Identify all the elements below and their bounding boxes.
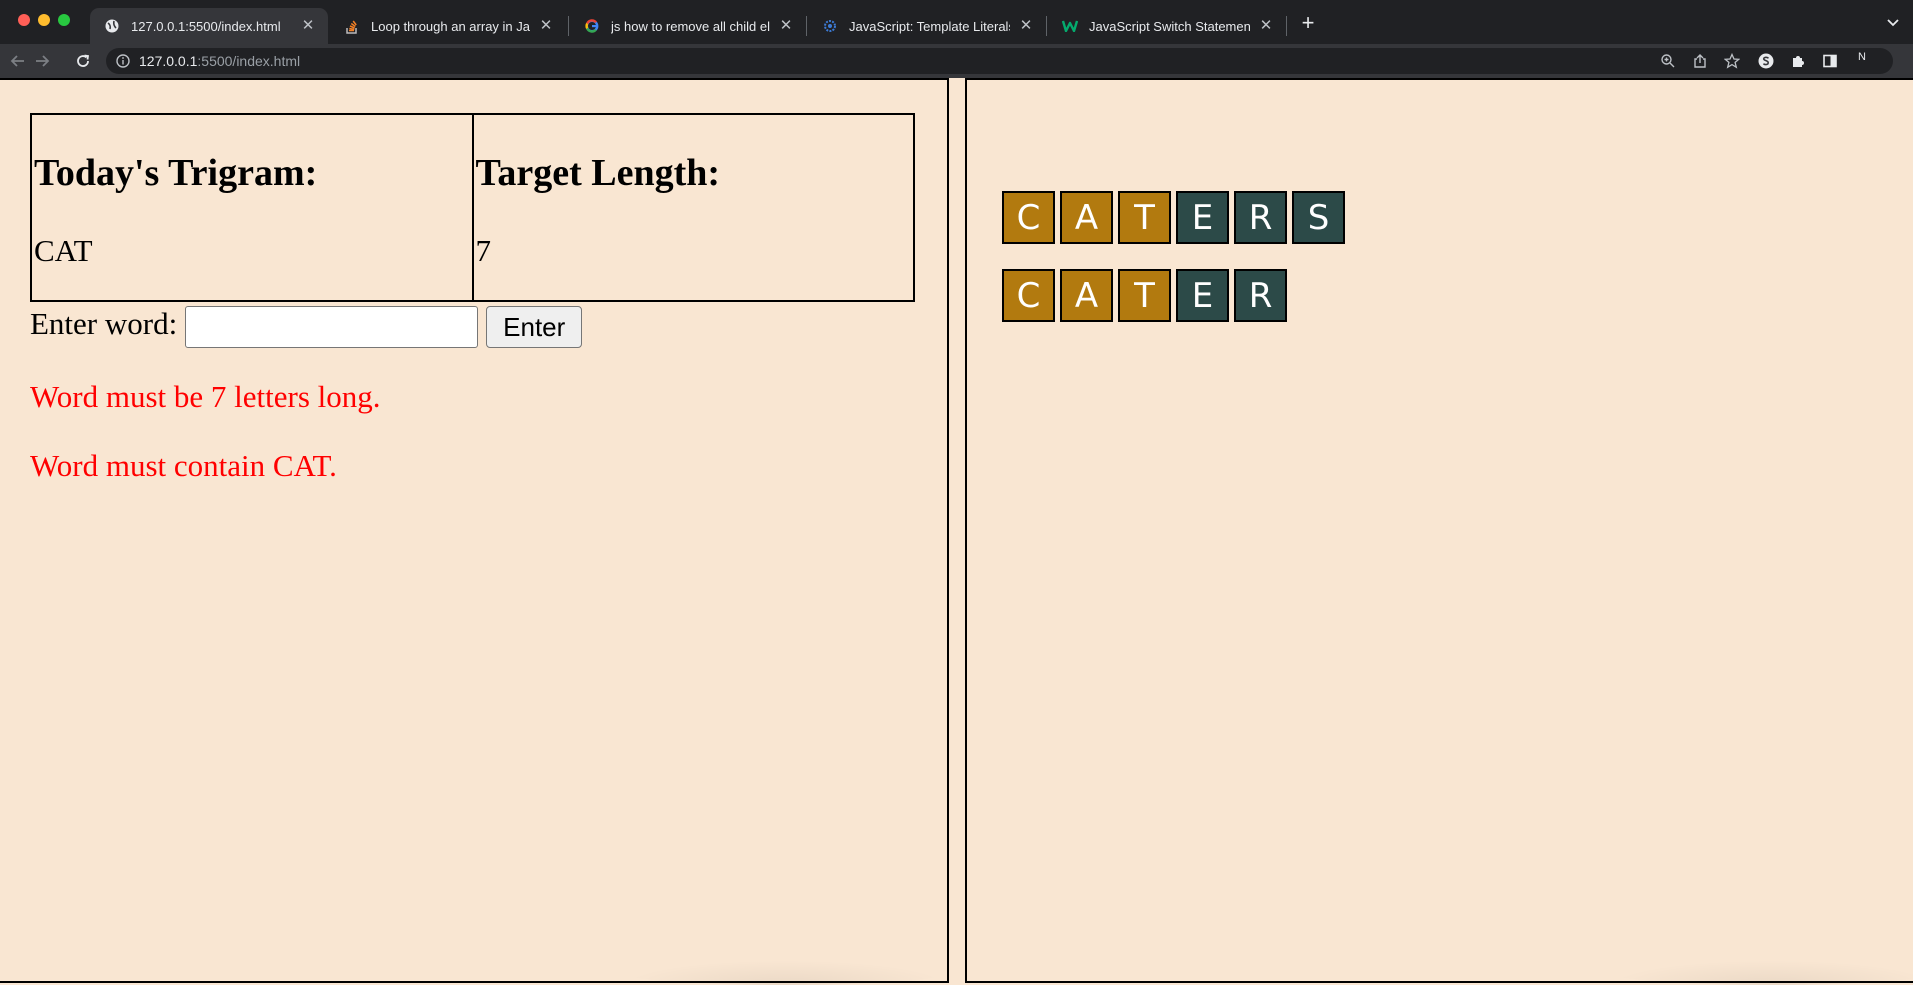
target-length-value: 7 — [475, 233, 492, 268]
tab-title: 127.0.0.1:5500/index.html — [131, 18, 281, 34]
enter-word-label: Enter word: — [30, 306, 178, 341]
extension-s-icon[interactable] — [1758, 53, 1774, 69]
guess-row: CATERS — [1002, 191, 1350, 244]
browser-tab-5[interactable]: JavaScript Switch Statement ✕ — [1048, 8, 1286, 44]
letter-tile: T — [1118, 191, 1171, 244]
browser-toolbar: 127.0.0.1:5500/index.html N — [0, 44, 1913, 78]
tab-search-chevron-icon[interactable] — [1884, 13, 1902, 31]
profile-avatar[interactable]: N — [1853, 48, 1871, 66]
browser-tab-4[interactable]: JavaScript: Template Literals & ✕ — [808, 8, 1046, 44]
close-tab-icon[interactable]: ✕ — [1018, 18, 1034, 34]
tab-separator — [806, 16, 807, 36]
forward-arrow-icon[interactable] — [32, 51, 52, 71]
w3schools-icon — [1062, 18, 1078, 34]
stackoverflow-icon — [344, 18, 360, 34]
tab-title: js how to remove all child elem — [611, 18, 770, 34]
browser-tab-3[interactable]: js how to remove all child elem ✕ — [570, 8, 806, 44]
error-message-trigram: Word must contain CAT. — [30, 448, 337, 483]
address-bar[interactable]: 127.0.0.1:5500/index.html — [106, 48, 1893, 74]
window-close-button[interactable] — [18, 14, 30, 26]
new-tab-button[interactable]: + — [1296, 11, 1320, 35]
share-icon[interactable] — [1692, 53, 1708, 69]
letter-tile: C — [1002, 269, 1055, 322]
globe-icon — [104, 18, 120, 34]
zoom-icon[interactable] — [1660, 53, 1676, 69]
address-url[interactable]: 127.0.0.1:5500/index.html — [139, 53, 300, 69]
letter-tile: S — [1292, 191, 1345, 244]
trigram-heading: Today's Trigram: — [34, 152, 318, 194]
page-viewport: Today's Trigram: CAT Target Length: 7 En… — [0, 78, 1913, 985]
browser-tab-strip: 127.0.0.1:5500/index.html ✕ Loop through… — [0, 0, 1913, 44]
close-tab-icon[interactable]: ✕ — [538, 18, 554, 34]
gear-icon — [822, 18, 838, 34]
info-table: Today's Trigram: CAT Target Length: 7 — [30, 113, 915, 302]
browser-tab-2[interactable]: Loop through an array in JavaS ✕ — [330, 8, 566, 44]
tab-separator — [568, 16, 569, 36]
extensions-puzzle-icon[interactable] — [1790, 53, 1806, 69]
site-info-icon[interactable] — [115, 53, 131, 69]
back-arrow-icon[interactable] — [8, 51, 28, 71]
scroll-shadow — [1607, 960, 1913, 985]
tab-title: Loop through an array in JavaS — [371, 18, 530, 34]
bookmark-star-icon[interactable] — [1723, 52, 1741, 69]
reload-icon[interactable] — [73, 51, 93, 71]
letter-tile: R — [1234, 191, 1287, 244]
close-tab-icon[interactable]: ✕ — [778, 18, 794, 34]
browser-tab-1[interactable]: 127.0.0.1:5500/index.html ✕ — [90, 8, 328, 44]
side-panel-icon[interactable] — [1822, 53, 1838, 69]
scroll-shadow — [620, 960, 950, 985]
word-input[interactable] — [185, 306, 479, 348]
tab-separator — [1286, 16, 1287, 36]
google-icon — [584, 18, 600, 34]
trigram-value: CAT — [34, 233, 93, 268]
tab-title: JavaScript Switch Statement — [1089, 18, 1250, 34]
letter-tile: A — [1060, 269, 1113, 322]
left-panel: Today's Trigram: CAT Target Length: 7 En… — [0, 78, 950, 985]
letter-tile: E — [1176, 269, 1229, 322]
url-path: :5500/index.html — [197, 53, 301, 69]
letter-tile: R — [1234, 269, 1287, 322]
word-entry-row: Enter word: Enter — [30, 306, 583, 348]
enter-button[interactable]: Enter — [486, 306, 583, 348]
tab-title: JavaScript: Template Literals & — [849, 18, 1010, 34]
guess-row: CATER — [1002, 269, 1292, 322]
trigram-cell: Today's Trigram: CAT — [30, 113, 474, 302]
letter-tile: A — [1060, 191, 1113, 244]
url-host: 127.0.0.1 — [139, 53, 198, 69]
target-length-heading: Target Length: — [475, 152, 721, 194]
letter-tile: C — [1002, 191, 1055, 244]
close-tab-icon[interactable]: ✕ — [1258, 18, 1274, 34]
target-length-cell: Target Length: 7 — [471, 113, 915, 302]
close-tab-icon[interactable]: ✕ — [300, 18, 316, 34]
letter-tile: T — [1118, 269, 1171, 322]
window-zoom-button[interactable] — [58, 14, 70, 26]
error-message-length: Word must be 7 letters long. — [30, 379, 381, 414]
window-minimize-button[interactable] — [38, 14, 50, 26]
tab-separator — [1046, 16, 1047, 36]
letter-tile: E — [1176, 191, 1229, 244]
